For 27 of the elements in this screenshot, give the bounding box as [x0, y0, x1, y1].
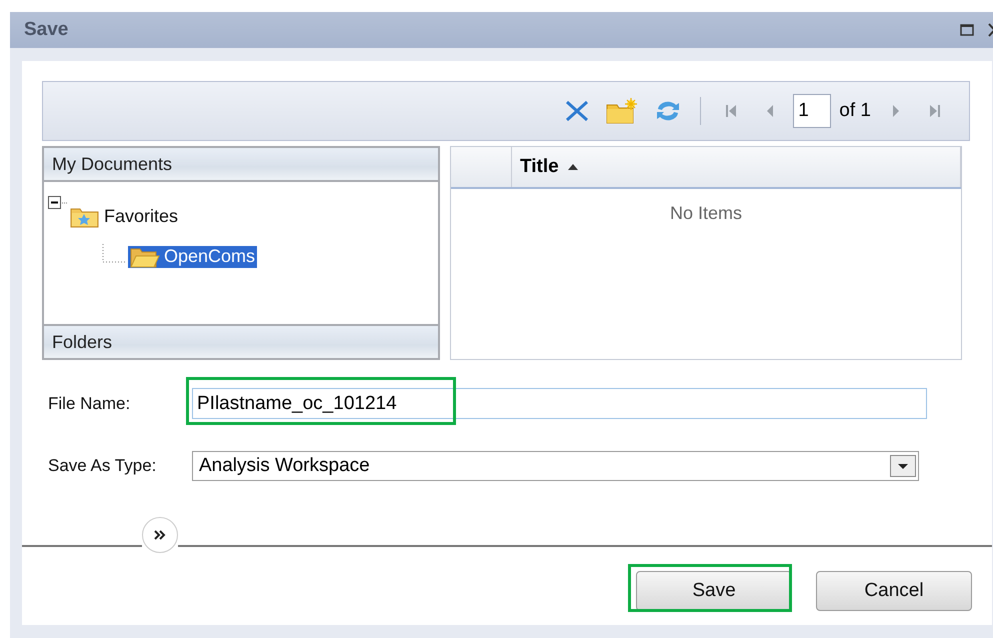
dropdown-value: Analysis Workspace	[199, 455, 370, 477]
maximize-icon[interactable]	[960, 24, 974, 36]
delete-icon[interactable]	[564, 99, 590, 123]
previous-page-icon[interactable]	[765, 103, 776, 119]
double-chevron-icon	[154, 530, 166, 540]
panel-header[interactable]: Folders	[44, 324, 438, 358]
save-as-type-dropdown[interactable]: Analysis Workspace	[192, 451, 919, 481]
cancel-button[interactable]: Cancel	[816, 571, 972, 611]
tree-item[interactable]: OpenComs	[128, 246, 258, 268]
new-folder-icon[interactable]	[606, 98, 638, 124]
page-count: of 1	[839, 100, 871, 122]
field-label: File Name:	[47, 394, 132, 414]
next-page-icon[interactable]	[891, 103, 901, 119]
field-label: Save As Type:	[47, 456, 158, 476]
window-title: Save	[24, 19, 68, 41]
expand-button[interactable]	[142, 517, 178, 553]
page-field[interactable]: 1	[793, 94, 832, 128]
tree-item[interactable]: Favorites	[68, 206, 180, 228]
star-folder-icon	[70, 206, 100, 228]
file-name-field[interactable]: PIlastname_oc_101214	[192, 388, 927, 419]
last-page-icon[interactable]	[929, 103, 941, 119]
panel-header[interactable]: My Documents	[44, 148, 438, 182]
collapse-toggle-icon[interactable]	[48, 196, 68, 210]
first-page-icon[interactable]	[725, 103, 738, 119]
save-button[interactable]: Save	[636, 571, 792, 611]
open-folder-icon	[130, 246, 160, 268]
empty-message: No Items	[668, 202, 744, 224]
